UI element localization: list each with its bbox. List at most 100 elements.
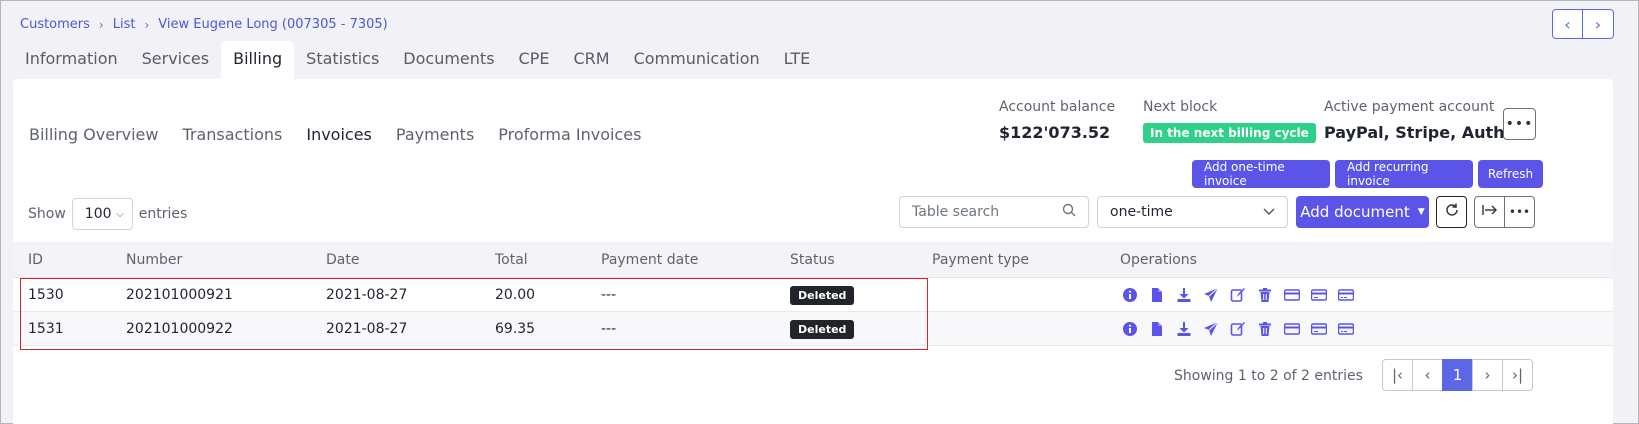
credit-card-icon[interactable] [1310,286,1327,303]
add-recurring-invoice-button[interactable]: Add recurring invoice [1335,160,1473,188]
previous-record-button[interactable]: ‹ [1552,9,1583,39]
add-one-time-invoice-button[interactable]: Add one-time invoice [1192,160,1330,188]
header-operations: Operations [1120,251,1197,268]
subtab-invoices[interactable]: Invoices [306,125,372,144]
chevron-right-icon: › [144,17,150,32]
account-balance-value: $122'073.52 [999,123,1111,142]
page-button[interactable]: 1 [1442,359,1473,391]
entries-per-page-select[interactable]: 100 ⌵ [71,198,133,230]
header-id[interactable]: ID [28,252,43,268]
info-icon[interactable] [1121,286,1138,303]
record-navigation: ‹ › [1552,9,1614,39]
table-info: Showing 1 to 2 of 2 entries [1174,368,1363,384]
previous-page-button[interactable]: ‹ [1412,359,1443,391]
export-button[interactable] [1474,196,1505,228]
breadcrumb-list[interactable]: List [113,17,136,32]
subtab-transactions[interactable]: Transactions [182,125,282,144]
reload-table-button[interactable] [1436,196,1467,228]
subtab-proforma-invoices[interactable]: Proforma Invoices [498,125,641,144]
tab-services[interactable]: Services [130,41,221,79]
send-icon[interactable] [1202,320,1219,337]
subtab-payments[interactable]: Payments [396,125,474,144]
refresh-button[interactable]: Refresh [1478,160,1543,188]
next-block-badge: In the next billing cycle [1143,123,1316,143]
chevron-right-icon: › [1484,366,1491,384]
edit-icon[interactable] [1229,286,1246,303]
credit-card-icon[interactable] [1310,320,1327,337]
account-balance-label: Account balance [999,99,1116,115]
show-label: Show [28,206,66,222]
tab-information[interactable]: Information [13,41,130,79]
header-payment-type[interactable]: Payment type [932,252,1029,268]
pagination: |‹ ‹ 1 › ›| [1382,359,1533,391]
header-status[interactable]: Status [790,252,835,268]
more-horizontal-icon: ••• [1505,116,1534,132]
subtab-billing-overview[interactable]: Billing Overview [29,125,158,144]
document-icon[interactable] [1148,286,1165,303]
cell-number: 202101000922 [126,320,233,337]
cell-date: 2021-08-27 [326,286,408,303]
tab-statistics[interactable]: Statistics [294,41,391,79]
next-page-button[interactable]: › [1472,359,1503,391]
credit-card-icon[interactable] [1337,320,1354,337]
billing-card: Billing Overview Transactions Invoices P… [13,79,1613,424]
last-page-button[interactable]: ›| [1502,359,1533,391]
table-search-input[interactable] [912,204,1052,220]
add-document-button[interactable]: Add document ▼ [1296,196,1429,228]
breadcrumb-current[interactable]: View Eugene Long (007305 - 7305) [158,17,387,32]
search-icon [1062,203,1076,221]
download-icon[interactable] [1175,320,1192,337]
show-entries: Show 100 ⌵ entries [28,198,187,230]
chevron-down-icon: ⌵ [116,208,124,220]
row-operations [1121,320,1354,337]
refresh-icon [1444,202,1460,222]
next-record-button[interactable]: › [1583,9,1614,39]
credit-card-icon[interactable] [1283,320,1300,337]
header-number[interactable]: Number [126,252,182,268]
tab-billing[interactable]: Billing [221,41,295,79]
main-tabs: Information Services Billing Statistics … [13,41,822,79]
breadcrumb-customers[interactable]: Customers [20,17,90,32]
arrow-right-to-line-icon [1481,203,1499,221]
chevron-left-icon: ‹ [1564,14,1571,34]
header-payment-date[interactable]: Payment date [601,252,698,268]
chevron-left-icon: ‹ [1424,366,1431,384]
download-icon[interactable] [1175,286,1192,303]
first-page-icon: |‹ [1391,366,1404,384]
cell-id: 1530 [28,286,64,303]
account-more-button[interactable]: ••• [1503,108,1536,140]
breadcrumb: Customers › List › View Eugene Long (007… [20,17,388,32]
cell-date: 2021-08-27 [326,320,408,337]
header-date[interactable]: Date [326,252,359,268]
trash-icon[interactable] [1256,320,1273,337]
header-total[interactable]: Total [495,252,528,268]
tab-cpe[interactable]: CPE [507,41,562,79]
credit-card-icon[interactable] [1337,286,1354,303]
table-row: 1531 202101000922 2021-08-27 69.35 --- D… [13,312,1613,346]
first-page-button[interactable]: |‹ [1382,359,1413,391]
credit-card-icon[interactable] [1283,286,1300,303]
cell-total: 69.35 [495,320,536,337]
send-icon[interactable] [1202,286,1219,303]
caret-down-icon: ▼ [1417,207,1425,217]
table-row: 1530 202101000921 2021-08-27 20.00 --- D… [13,278,1613,312]
next-block: Next block In the next billing cycle [1143,99,1316,143]
invoice-type-select[interactable]: one-time [1097,196,1288,228]
cell-payment-date: --- [601,320,617,337]
info-icon[interactable] [1121,320,1138,337]
tab-communication[interactable]: Communication [622,41,772,79]
tab-documents[interactable]: Documents [391,41,506,79]
cell-number: 202101000921 [126,286,233,303]
account-balance: Account balance $122'073.52 [999,99,1115,142]
chevron-right-icon: › [1594,14,1602,34]
add-document-label: Add document [1300,203,1410,221]
entries-label: entries [138,206,188,222]
trash-icon[interactable] [1256,286,1273,303]
sub-tabs: Billing Overview Transactions Invoices P… [29,125,641,144]
invoice-type-value: one-time [1110,204,1173,220]
edit-icon[interactable] [1229,320,1246,337]
tab-crm[interactable]: CRM [561,41,621,79]
table-more-button[interactable]: ••• [1504,196,1535,228]
tab-lte[interactable]: LTE [772,41,823,79]
document-icon[interactable] [1148,320,1165,337]
